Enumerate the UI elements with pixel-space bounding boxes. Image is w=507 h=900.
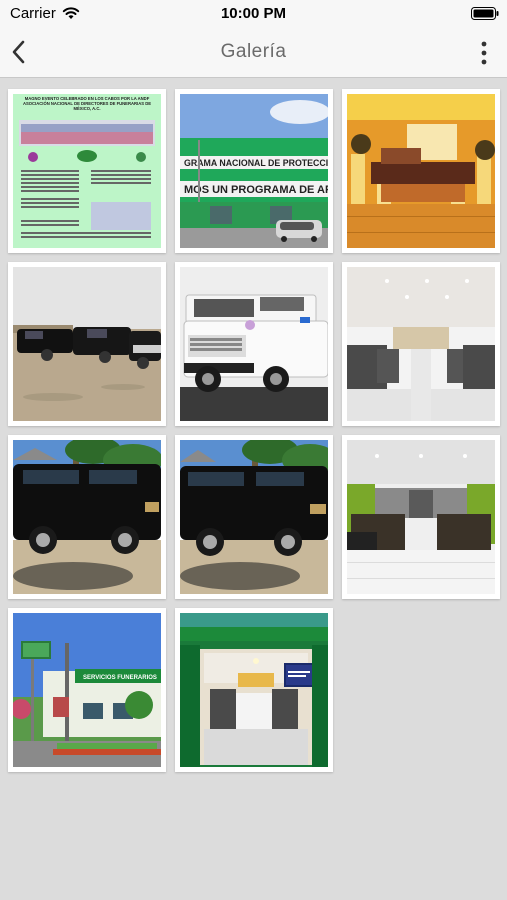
exterior-sign-text: SERVICIOS FUNERARIOS [83,675,157,681]
chapel-seating-image [347,267,495,421]
more-options-icon[interactable] [479,40,489,66]
white-hummer-image [180,267,328,421]
battery-icon [471,7,499,20]
building-facade-image: GRAMA NACIONAL DE PROTECCION F MOS UN PR… [180,94,328,248]
black-hummer-image [180,440,328,594]
gallery-thumbnail[interactable] [175,608,333,772]
chapel-casket-image [347,94,495,248]
vehicle-fleet-image [13,267,161,421]
gallery-thumbnail[interactable] [342,262,500,426]
gallery-thumbnail[interactable] [342,435,500,599]
gallery-thumbnail[interactable] [175,262,333,426]
building-sign-bottom: MOS UN PROGRAMA DE APOYO S [184,184,328,196]
exterior-sign-image: SERVICIOS FUNERARIOS [13,613,161,767]
entrance-view-image [180,613,328,767]
navigation-bar: Galería [0,28,507,78]
gallery-thumbnail[interactable] [8,435,166,599]
page-title: Galería [220,41,287,62]
gallery-thumbnail[interactable] [342,89,500,253]
building-sign-top: GRAMA NACIONAL DE PROTECCION F [184,158,328,168]
gallery-thumbnail[interactable]: MAGNO EVENTO CELEBRADO EN LOS CABOS POR … [8,89,166,253]
green-chapel-image [347,440,495,594]
gallery-thumbnail[interactable] [8,262,166,426]
clock: 10:00 PM [220,5,287,22]
status-bar: Carrier 10:00 PM [0,0,507,28]
gallery-thumbnail[interactable] [175,435,333,599]
event-flyer-image: MAGNO EVENTO CELEBRADO EN LOS CABOS POR … [13,94,161,248]
gallery-thumbnail[interactable]: GRAMA NACIONAL DE PROTECCION F MOS UN PR… [175,89,333,253]
gallery-thumbnail[interactable]: SERVICIOS FUNERARIOS [8,608,166,772]
black-hummer-image [13,440,161,594]
flyer-heading: MAGNO EVENTO CELEBRADO EN LOS CABOS POR … [22,96,152,111]
